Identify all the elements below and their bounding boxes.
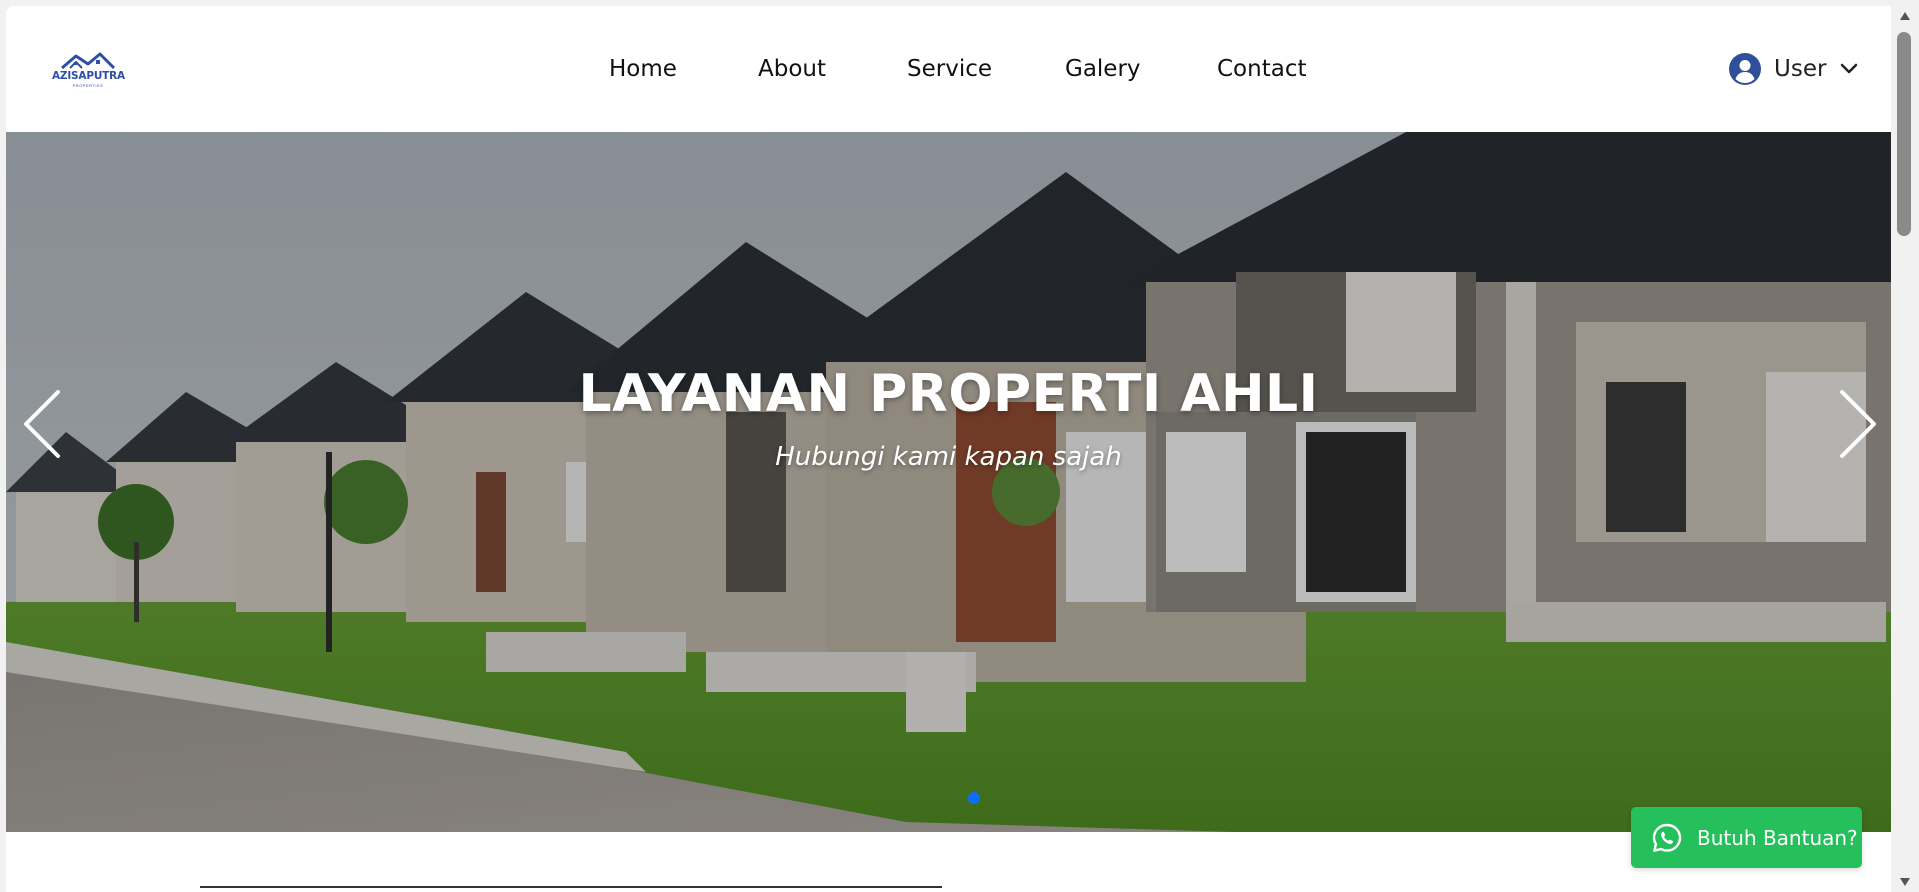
help-button-label: Butuh Bantuan? bbox=[1697, 825, 1858, 850]
brand-tagline: PROPERTIES bbox=[72, 83, 104, 88]
user-label: User bbox=[1774, 56, 1827, 82]
browser-viewport: AZISAPUTRA PROPERTIES Home About Service… bbox=[6, 6, 1891, 892]
hero-carousel: LAYANAN PROPERTI AHLI Hubungi kami kapan… bbox=[6, 132, 1891, 832]
chevron-right-icon bbox=[1840, 390, 1876, 458]
chevron-down-icon bbox=[1841, 63, 1858, 74]
whatsapp-icon bbox=[1652, 823, 1682, 852]
scrollbar-thumb[interactable] bbox=[1897, 32, 1911, 236]
nav-galery[interactable]: Galery bbox=[1065, 56, 1141, 82]
whatsapp-help-button[interactable]: Butuh Bantuan? bbox=[1631, 807, 1862, 868]
brand-name: AZISAPUTRA bbox=[52, 70, 125, 82]
nav-service[interactable]: Service bbox=[907, 56, 992, 82]
user-menu-toggle[interactable]: User bbox=[1729, 52, 1858, 86]
hero-title: LAYANAN PROPERTI AHLI bbox=[578, 364, 1319, 424]
navbar: AZISAPUTRA PROPERTIES Home About Service… bbox=[6, 6, 1891, 132]
nav-about[interactable]: About bbox=[758, 56, 826, 82]
brand-logo[interactable]: AZISAPUTRA PROPERTIES bbox=[52, 50, 125, 94]
user-circle-icon bbox=[1729, 53, 1761, 85]
carousel-indicator-active[interactable] bbox=[968, 792, 980, 804]
carousel-prev-button[interactable] bbox=[20, 388, 70, 460]
page-scrollbar[interactable] bbox=[1891, 0, 1919, 892]
hero-subtitle: Hubungi kami kapan sajah bbox=[775, 442, 1122, 472]
carousel-next-button[interactable] bbox=[1830, 388, 1880, 460]
section-divider bbox=[200, 886, 942, 888]
chevron-left-icon bbox=[24, 390, 60, 458]
next-section bbox=[6, 832, 1891, 892]
nav-home[interactable]: Home bbox=[609, 56, 677, 82]
hero-overlay bbox=[6, 132, 1891, 832]
scroll-up-arrow-icon[interactable] bbox=[1899, 10, 1911, 22]
nav-contact[interactable]: Contact bbox=[1217, 56, 1306, 82]
house-roof-icon bbox=[61, 52, 116, 70]
scroll-down-arrow-icon[interactable] bbox=[1899, 876, 1911, 888]
